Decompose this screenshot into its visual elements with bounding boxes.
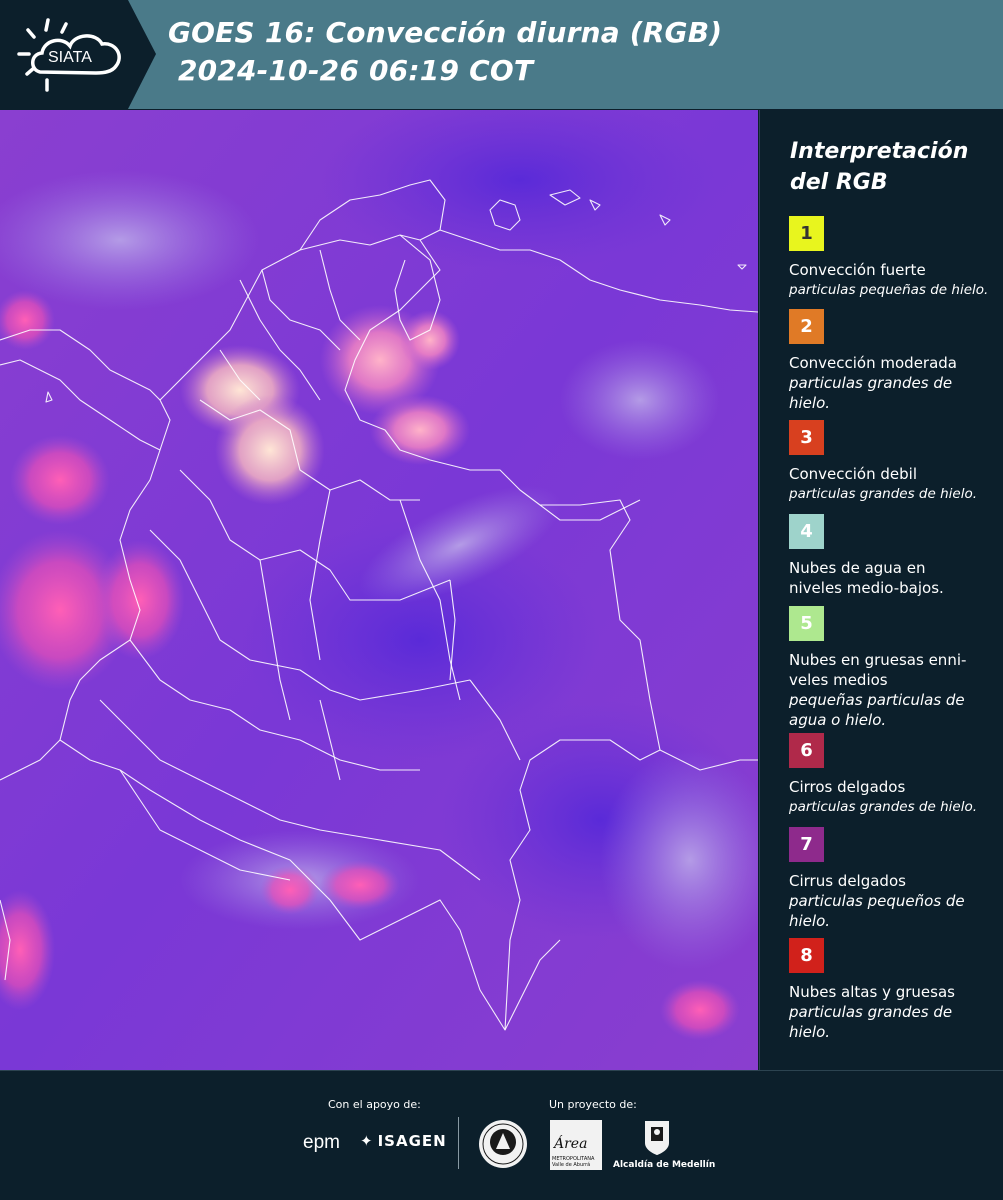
support-label: Con el apoyo de: <box>328 1098 421 1111</box>
header: SIATA GOES 16: Convección diurna (RGB) 2… <box>0 0 1003 109</box>
legend-item-subtitle: particulas grandes de hielo. <box>789 374 953 412</box>
legend-item-title: Nubes de agua en niveles medio-bajos. <box>789 559 944 597</box>
isagen-text: ISAGEN <box>377 1132 447 1150</box>
legend-item-title: Convección moderada <box>789 354 957 372</box>
legend-swatch: 5 <box>789 606 824 641</box>
isagen-logo: ✦ ISAGEN <box>360 1132 447 1150</box>
area-logo-subtext: METROPOLITANA Valle de Aburrá <box>552 1156 595 1168</box>
legend-item: 6 Cirros delgados particulas grandes de … <box>789 733 994 817</box>
legend-swatch: 7 <box>789 827 824 862</box>
legend-item: 5 Nubes en gruesas enni-veles medios peq… <box>789 606 994 730</box>
legend-swatch: 6 <box>789 733 824 768</box>
legend-item: 3 Convección debil particulas grandes de… <box>789 420 994 504</box>
footer: Con el apoyo de: Un proyecto de: epm ✦ I… <box>0 1070 1003 1200</box>
legend-item: 1 Convección fuerte particulas pequeñas … <box>789 216 994 300</box>
legend-swatch: 8 <box>789 938 824 973</box>
alcaldia-text: Alcaldía de Medellín <box>613 1160 716 1170</box>
legend-item-title: Cirros delgados <box>789 778 906 796</box>
epm-logo: epm <box>303 1132 340 1153</box>
alcaldia-shield-icon <box>645 1121 669 1155</box>
legend-swatch: 3 <box>789 420 824 455</box>
legend-item-subtitle: particulas grandes de hielo. <box>789 1003 953 1041</box>
legend-swatch: 2 <box>789 309 824 344</box>
legend-item-title: Nubes altas y gruesas <box>789 983 955 1001</box>
legend-item-title: Convección fuerte <box>789 261 926 279</box>
siata-logo: SIATA <box>0 0 160 109</box>
isagen-mark-icon: ✦ <box>360 1132 374 1150</box>
seal-icon <box>479 1120 527 1168</box>
legend-swatch: 4 <box>789 514 824 549</box>
legend-item: 8 Nubes altas y gruesas particulas grand… <box>789 938 994 1042</box>
legend-item-subtitle: particulas pequeñas de hielo. <box>789 282 989 298</box>
legend-item-subtitle: particulas grandes de hielo. <box>789 486 977 502</box>
legend-item-subtitle: particulas pequeños de hielo. <box>789 892 965 930</box>
legend-item-title: Nubes en gruesas enni-veles medios <box>789 651 967 689</box>
page-title: GOES 16: Convección diurna (RGB) 2024-10… <box>168 16 723 87</box>
legend-item-title: Convección debil <box>789 465 917 483</box>
legend-item: 2 Convección moderada particulas grandes… <box>789 309 994 413</box>
legend-item-subtitle: pequeñas particulas de agua o hielo. <box>789 691 965 729</box>
legend-swatch: 1 <box>789 216 824 251</box>
area-metropolitana-logo: Área METROPOLITANA Valle de Aburrá <box>550 1120 602 1170</box>
legend-item-subtitle: particulas grandes de hielo. <box>789 799 977 815</box>
satellite-map <box>0 110 758 1070</box>
project-label: Un proyecto de: <box>549 1098 637 1111</box>
siata-logo-text: SIATA <box>48 49 92 66</box>
area-logo-text: Área <box>554 1136 588 1152</box>
footer-divider <box>458 1117 459 1169</box>
legend-panel: Interpretación del RGB 1 Convección fuer… <box>759 110 1003 1070</box>
legend-item-title: Cirrus delgados <box>789 872 906 890</box>
legend-item: 4 Nubes de agua en niveles medio-bajos. <box>789 514 994 598</box>
legend-item: 7 Cirrus delgados particulas pequeños de… <box>789 827 994 931</box>
legend-title: Interpretación del RGB <box>790 139 969 195</box>
